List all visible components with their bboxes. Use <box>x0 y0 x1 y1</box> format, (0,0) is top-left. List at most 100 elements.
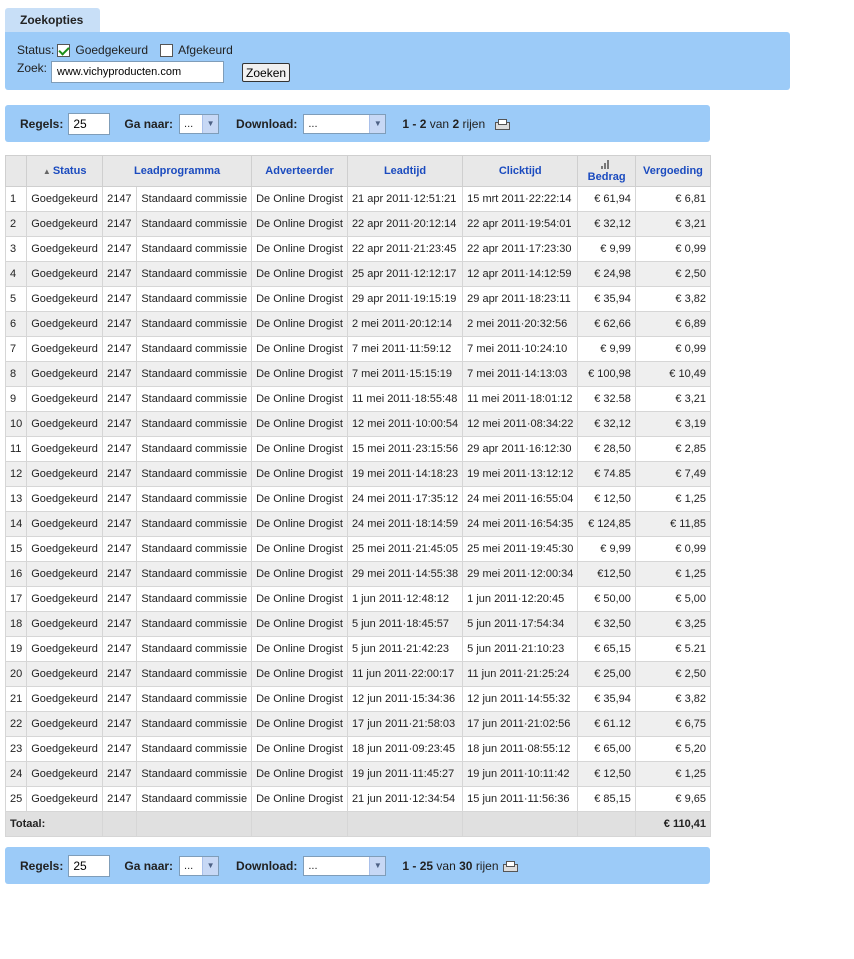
row-index: 20 <box>4 661 28 687</box>
print-icon[interactable] <box>502 860 518 872</box>
afgekeurd-label: Afgekeurd <box>178 43 233 57</box>
program-name-cell: Standaard commissie <box>136 486 253 512</box>
vergoeding-cell: € 5,20 <box>634 736 712 762</box>
program-name-cell: Standaard commissie <box>136 311 253 337</box>
advertiser-link[interactable]: De Online Drogist <box>251 586 348 612</box>
advertiser-link[interactable]: De Online Drogist <box>251 386 348 412</box>
clicktijd-cell: 5 jun 2011·21:10:23 <box>462 636 579 662</box>
clicktijd-cell: 11 jun 2011·21:25:24 <box>462 661 579 687</box>
chevron-down-icon[interactable]: ▼ <box>202 856 219 875</box>
bedrag-cell: € 65,15 <box>577 636 636 662</box>
download-select[interactable]: ... ▼ <box>303 855 387 876</box>
advertiser-link[interactable]: De Online Drogist <box>251 211 348 237</box>
advertiser-link[interactable]: De Online Drogist <box>251 336 348 362</box>
advertiser-link[interactable]: De Online Drogist <box>251 561 348 587</box>
table-row: 17 Goedgekeurd 2147 Standaard commissie De O… <box>4 586 712 612</box>
chevron-down-icon[interactable]: ▼ <box>369 856 386 875</box>
row-index: 24 <box>4 761 28 787</box>
advertiser-link[interactable]: De Online Drogist <box>251 361 348 387</box>
vergoeding-cell: € 10,49 <box>634 361 712 387</box>
header-index <box>4 155 28 187</box>
bedrag-cell: € 9,99 <box>577 236 636 262</box>
status-cell: Goedgekeurd <box>26 436 104 462</box>
advertiser-link[interactable]: De Online Drogist <box>251 236 348 262</box>
regels-input[interactable] <box>68 112 111 135</box>
program-id-cell: 2147 <box>102 636 138 662</box>
leadtijd-cell: 19 jun 2011·11:45:27 <box>346 761 464 787</box>
advertiser-link[interactable]: De Online Drogist <box>251 461 348 487</box>
chevron-down-icon[interactable]: ▼ <box>369 114 386 133</box>
program-id-cell: 2147 <box>102 186 138 212</box>
total-empty <box>251 811 348 837</box>
rows-van: van <box>436 858 456 873</box>
row-index: 17 <box>4 586 28 612</box>
header-status[interactable]: ▲ Status <box>26 155 104 187</box>
advertiser-link[interactable]: De Online Drogist <box>251 736 348 762</box>
table-row: 20 Goedgekeurd 2147 Standaard commissie De O… <box>4 661 712 687</box>
bedrag-cell: € 9,99 <box>577 536 636 562</box>
advertiser-link[interactable]: De Online Drogist <box>251 761 348 787</box>
row-index: 25 <box>4 786 28 812</box>
status-cell: Goedgekeurd <box>26 536 104 562</box>
leadtijd-cell: 11 jun 2011·22:00:17 <box>346 661 464 687</box>
print-icon[interactable] <box>495 118 511 130</box>
advertiser-link[interactable]: De Online Drogist <box>251 611 348 637</box>
advertiser-link[interactable]: De Online Drogist <box>251 711 348 737</box>
leadtijd-cell: 22 apr 2011·20:12:14 <box>346 211 464 237</box>
header-vergoeding[interactable]: Vergoeding <box>634 155 712 187</box>
program-id-cell: 2147 <box>102 536 138 562</box>
advertiser-link[interactable]: De Online Drogist <box>251 511 348 537</box>
advertiser-link[interactable]: De Online Drogist <box>251 311 348 337</box>
regels-input[interactable] <box>68 854 111 877</box>
program-name-cell: Standaard commissie <box>136 536 253 562</box>
table-row: 13 Goedgekeurd 2147 Standaard commissie De O… <box>4 486 712 512</box>
program-name-cell: Standaard commissie <box>136 436 253 462</box>
program-name-cell: Standaard commissie <box>136 736 253 762</box>
advertiser-link[interactable]: De Online Drogist <box>251 686 348 712</box>
advertiser-link[interactable]: De Online Drogist <box>251 436 348 462</box>
ganaar-select[interactable]: ... ▼ <box>179 113 220 134</box>
advertiser-link[interactable]: De Online Drogist <box>251 536 348 562</box>
chevron-down-icon[interactable]: ▼ <box>202 114 219 133</box>
leadtijd-cell: 29 apr 2011·19:15:19 <box>346 286 464 312</box>
header-adverteerder[interactable]: Adverteerder <box>251 155 348 187</box>
zoeken-button[interactable]: Zoeken <box>242 63 291 82</box>
bedrag-cell: € 32,12 <box>577 211 636 237</box>
program-name-cell: Standaard commissie <box>136 611 253 637</box>
bedrag-cell: € 32,12 <box>577 411 636 437</box>
search-input[interactable] <box>51 61 225 83</box>
bedrag-cell: € 32,50 <box>577 611 636 637</box>
ganaar-label: Ga naar: <box>124 116 174 131</box>
advertiser-link[interactable]: De Online Drogist <box>251 411 348 437</box>
header-bedrag[interactable]: Bedrag <box>577 155 636 187</box>
advertiser-link[interactable]: De Online Drogist <box>251 786 348 812</box>
clicktijd-cell: 12 jun 2011·14:55:32 <box>462 686 579 712</box>
bedrag-cell: € 50,00 <box>577 586 636 612</box>
checkbox-afgekeurd[interactable]: Afgekeurd <box>160 43 233 57</box>
advertiser-link[interactable]: De Online Drogist <box>251 486 348 512</box>
advertiser-link[interactable]: De Online Drogist <box>251 286 348 312</box>
checkbox-checked-icon[interactable] <box>57 43 71 57</box>
checkbox-unchecked-icon[interactable] <box>160 43 174 57</box>
vergoeding-cell: € 11,85 <box>634 511 712 537</box>
tab-zoekopties[interactable]: Zoekopties <box>5 8 100 33</box>
table-row: 15 Goedgekeurd 2147 Standaard commissie De O… <box>4 536 712 562</box>
checkbox-goedgekeurd[interactable]: Goedgekeurd <box>57 43 148 57</box>
advertiser-link[interactable]: De Online Drogist <box>251 186 348 212</box>
advertiser-link[interactable]: De Online Drogist <box>251 636 348 662</box>
download-select[interactable]: ... ▼ <box>303 113 387 134</box>
ganaar-select[interactable]: ... ▼ <box>179 855 220 876</box>
advertiser-link[interactable]: De Online Drogist <box>251 661 348 687</box>
vergoeding-cell: € 2,50 <box>634 661 712 687</box>
advertiser-link[interactable]: De Online Drogist <box>251 261 348 287</box>
status-cell: Goedgekeurd <box>26 311 104 337</box>
leadtijd-cell: 5 jun 2011·21:42:23 <box>346 636 464 662</box>
table-row: 12 Goedgekeurd 2147 Standaard commissie De O… <box>4 461 712 487</box>
leadtijd-cell: 18 jun 2011·09:23:45 <box>346 736 464 762</box>
header-leadtijd[interactable]: Leadtijd <box>346 155 464 187</box>
vergoeding-cell: € 3,82 <box>634 686 712 712</box>
vergoeding-cell: € 7,49 <box>634 461 712 487</box>
bedrag-cell: € 35,94 <box>577 686 636 712</box>
header-leadprogramma[interactable]: Leadprogramma <box>102 155 253 187</box>
header-clicktijd[interactable]: Clicktijd <box>462 155 579 187</box>
